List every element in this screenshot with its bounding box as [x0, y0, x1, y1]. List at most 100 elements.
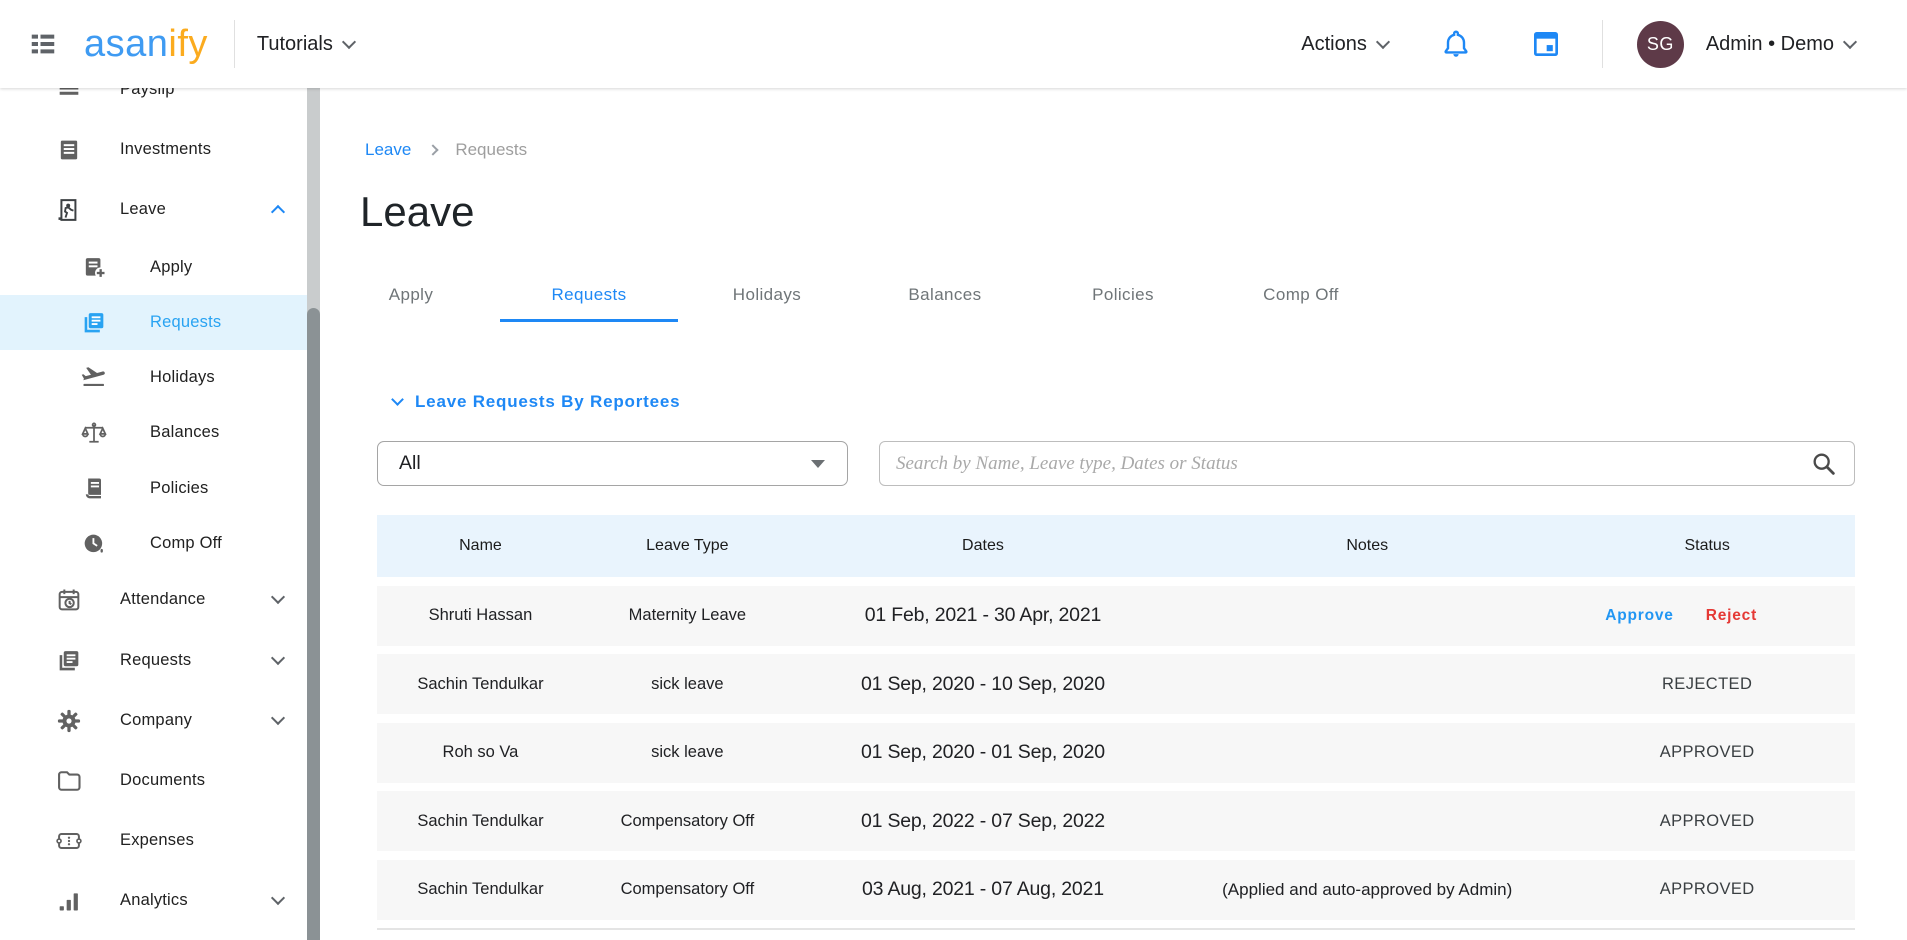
breadcrumb-current: Requests	[455, 140, 527, 160]
tab-policies[interactable]: Policies	[1034, 268, 1212, 322]
cell-dates: 03 Aug, 2021 - 07 Aug, 2021	[791, 878, 1175, 901]
approve-button[interactable]: Approve	[1605, 607, 1673, 625]
filter-dropdown[interactable]: All	[377, 441, 848, 486]
sidebar-item-label: Holidays	[150, 368, 215, 387]
column-header-leave-type: Leave Type	[584, 537, 791, 555]
sidebar-item-label: Investments	[120, 140, 211, 159]
sidebar-item-expenses[interactable]: Expenses	[0, 813, 307, 868]
cell-name: Shruti Hassan	[377, 606, 584, 625]
page-title: Leave	[360, 188, 474, 236]
account-label: Admin • Demo	[1706, 33, 1834, 56]
tab-balances[interactable]: Balances	[856, 268, 1034, 322]
sidebar: Payslip Investments Leave	[0, 0, 320, 940]
cell-status: APPROVED	[1559, 880, 1855, 899]
chevron-down-icon	[342, 34, 356, 48]
apply-icon	[80, 254, 108, 282]
sidebar-item-label: Analytics	[120, 891, 188, 910]
account-menu[interactable]: Admin • Demo	[1706, 33, 1855, 56]
header-divider	[1602, 20, 1603, 68]
actions-label: Actions	[1301, 33, 1367, 56]
column-header-name: Name	[377, 537, 584, 555]
sidebar-item-label: Apply	[150, 258, 192, 277]
top-header: asanify Tutorials Actions SG Admin • Dem…	[0, 0, 1907, 88]
chevron-down-icon	[271, 590, 285, 604]
sidebar-item-holidays[interactable]: Holidays	[0, 350, 307, 405]
cell-leave-type: Compensatory Off	[584, 880, 791, 899]
cell-name: Roh so Va	[377, 743, 584, 762]
cell-name: Sachin Tendulkar	[377, 812, 584, 831]
calendar-icon[interactable]	[1530, 28, 1562, 60]
header-divider	[234, 20, 235, 68]
tab-holidays[interactable]: Holidays	[678, 268, 856, 322]
menu-icon[interactable]	[26, 29, 60, 59]
actions-menu[interactable]: Actions	[1301, 33, 1388, 56]
sidebar-item-label: Attendance	[120, 590, 205, 609]
sidebar-item-leave[interactable]: Leave	[0, 182, 307, 237]
sidebar-item-label: Requests	[120, 651, 191, 670]
sidebar-item-label: Comp Off	[150, 534, 222, 553]
sidebar-item-investments[interactable]: Investments	[0, 122, 307, 177]
breadcrumb-link-leave[interactable]: Leave	[365, 140, 411, 160]
tutorials-label: Tutorials	[257, 33, 333, 56]
company-icon	[55, 707, 83, 735]
cell-dates: 01 Sep, 2022 - 07 Sep, 2022	[791, 810, 1175, 833]
main-content: Leave Requests Leave Apply Requests Holi…	[320, 88, 1907, 940]
cell-status: REJECTED	[1559, 675, 1855, 694]
reportees-section-toggle[interactable]: Leave Requests By Reportees	[393, 392, 680, 412]
tutorials-menu[interactable]: Tutorials	[257, 33, 354, 56]
sidebar-item-balances[interactable]: Balances	[0, 405, 307, 460]
chevron-down-icon	[1843, 34, 1857, 48]
breadcrumb-separator-icon	[428, 144, 439, 155]
notifications-bell-icon[interactable]	[1440, 28, 1472, 60]
holidays-icon	[80, 364, 108, 392]
sidebar-item-requests[interactable]: Requests	[0, 295, 307, 350]
cell-dates: 01 Feb, 2021 - 30 Apr, 2021	[791, 604, 1175, 627]
policies-icon	[80, 475, 108, 503]
sidebar-item-analytics[interactable]: Analytics	[0, 873, 307, 928]
expenses-icon	[55, 827, 83, 855]
table-row: Sachin Tendulkar sick leave 01 Sep, 2020…	[377, 654, 1855, 714]
sidebar-item-label: Policies	[150, 479, 208, 498]
chevron-up-icon	[271, 204, 285, 218]
sidebar-item-attendance[interactable]: Attendance	[0, 572, 307, 627]
table-row: Sachin Tendulkar Compensatory Off 03 Aug…	[377, 860, 1855, 920]
avatar[interactable]: SG	[1637, 21, 1684, 68]
sidebar-item-label: Balances	[150, 423, 219, 442]
dropdown-caret-icon	[811, 460, 825, 468]
sidebar-item-label: Documents	[120, 771, 205, 790]
table-header-row: Name Leave Type Dates Notes Status	[377, 515, 1855, 577]
reject-button[interactable]: Reject	[1706, 607, 1757, 625]
tab-requests[interactable]: Requests	[500, 268, 678, 322]
sidebar-item-documents[interactable]: Documents	[0, 753, 307, 808]
cell-name: Sachin Tendulkar	[377, 675, 584, 694]
sidebar-item-comp-off[interactable]: Comp Off	[0, 516, 307, 571]
cell-leave-type: Compensatory Off	[584, 812, 791, 831]
comp-off-icon	[80, 530, 108, 558]
table-row: Sachin Tendulkar Compensatory Off 01 Sep…	[377, 791, 1855, 851]
tab-apply[interactable]: Apply	[322, 268, 500, 322]
asanify-logo[interactable]: asanify	[84, 25, 208, 63]
chevron-down-icon	[271, 891, 285, 905]
logo-part-blue: asan	[84, 23, 168, 65]
cell-dates: 01 Sep, 2020 - 10 Sep, 2020	[791, 673, 1175, 696]
cell-status: APPROVED	[1559, 743, 1855, 762]
search-input[interactable]	[896, 444, 1810, 484]
sidebar-item-apply[interactable]: Apply	[0, 240, 307, 295]
tab-comp-off[interactable]: Comp Off	[1212, 268, 1390, 322]
table-row: Shruti Hassan Maternity Leave 01 Feb, 20…	[377, 586, 1855, 646]
sidebar-item-label: Expenses	[120, 831, 194, 850]
cell-leave-type: Maternity Leave	[584, 606, 791, 625]
sidebar-item-company[interactable]: Company	[0, 693, 307, 748]
cell-actions: Approve Reject	[1559, 607, 1803, 625]
balances-icon	[80, 419, 108, 447]
sidebar-item-requests-main[interactable]: Requests	[0, 633, 307, 688]
breadcrumb: Leave Requests	[365, 140, 527, 160]
requests-icon	[80, 309, 108, 337]
sidebar-item-label: Company	[120, 711, 192, 730]
search-box	[879, 441, 1855, 486]
next-row-divider	[377, 928, 1855, 930]
chevron-down-icon	[1376, 34, 1390, 48]
sidebar-scrollbar-thumb[interactable]	[307, 308, 320, 940]
sidebar-item-policies[interactable]: Policies	[0, 461, 307, 516]
search-icon[interactable]	[1810, 450, 1838, 478]
